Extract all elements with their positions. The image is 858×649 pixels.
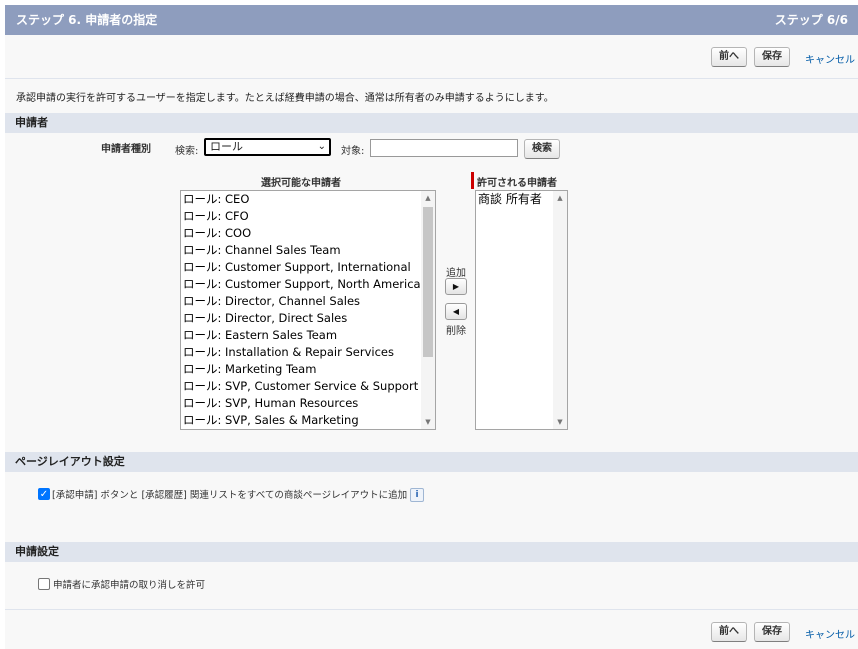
section-submit-settings: 申請設定 (5, 542, 858, 562)
target-input[interactable] (370, 139, 518, 157)
cancel-link-bottom[interactable]: キャンセル (805, 626, 855, 641)
list-item[interactable]: ロール: Installation & Repair Services (181, 344, 435, 361)
list-item[interactable]: ロール: Director, Channel Sales (181, 293, 435, 310)
list-item[interactable]: ロール: Marketing Team (181, 361, 435, 378)
list-item[interactable]: ロール: Customer Support, North America (181, 276, 435, 293)
allowed-header: 許可される申請者 (477, 178, 557, 189)
list-item[interactable]: ロール: SVP, Human Resources (181, 395, 435, 412)
wizard-frame: ステップ 6. 申請者の指定 ステップ 6/6 前へ 保存 キャンセル 承認申請… (5, 5, 858, 649)
page-title: ステップ 6. 申請者の指定 (16, 13, 158, 27)
section-page-layout: ページレイアウト設定 (5, 452, 858, 472)
search-type-select-value: ロール (210, 140, 243, 153)
scroll-down-icon[interactable]: ▼ (421, 415, 435, 429)
add-button[interactable]: ▶ (445, 278, 467, 295)
arrow-right-icon: ▶ (452, 282, 460, 291)
list-item[interactable]: ロール: SVP, Customer Service & Support (181, 378, 435, 395)
allowed-list-scrollbar[interactable]: ▲ ▼ (553, 191, 567, 429)
list-item[interactable]: ロール: CEO (181, 191, 435, 208)
available-header: 選択可能な申請者 (261, 178, 341, 189)
scroll-up-icon[interactable]: ▲ (553, 191, 567, 205)
scrollbar-thumb[interactable] (423, 207, 433, 357)
remove-label: 削除 (446, 326, 466, 337)
info-icon[interactable]: i (410, 488, 424, 502)
list-item[interactable]: ロール: Eastern Sales Team (181, 327, 435, 344)
add-to-layout-checkbox[interactable]: ✓ (38, 488, 50, 500)
check-icon: ✓ (39, 489, 49, 500)
prev-button-top[interactable]: 前へ (711, 47, 747, 67)
scroll-up-icon[interactable]: ▲ (421, 191, 435, 205)
divider (5, 609, 858, 610)
list-item[interactable]: ロール: Channel Sales Team (181, 242, 435, 259)
step-description: 承認申請の実行を許可するユーザーを指定します。たとえば経費申請の場合、通常は所有… (16, 93, 554, 104)
available-submitters-list[interactable]: ロール: CEO ロール: CFO ロール: COO ロール: Channel … (180, 190, 436, 430)
save-button-top[interactable]: 保存 (754, 47, 790, 67)
search-type-select[interactable]: ロール ⌄ (204, 138, 331, 156)
remove-button[interactable]: ◀ (445, 303, 467, 320)
allow-recall-label: 申請者に承認申請の取り消しを許可 (53, 580, 206, 591)
cancel-link-top[interactable]: キャンセル (805, 51, 855, 66)
save-button-bottom[interactable]: 保存 (754, 622, 790, 642)
add-to-layout-label: [承認申請] ボタンと [承認履歴] 関連リストをすべての商談ページレイアウトに… (52, 490, 408, 501)
allowed-submitters-list[interactable]: 商談 所有者 ▲ ▼ (475, 190, 568, 430)
wizard-header: ステップ 6. 申請者の指定 ステップ 6/6 (5, 5, 858, 35)
section-submitters: 申請者 (5, 113, 858, 133)
chevron-down-icon: ⌄ (317, 141, 326, 152)
search-label: 検索: (175, 146, 199, 157)
required-indicator (471, 172, 474, 189)
step-indicator: ステップ 6/6 (774, 13, 848, 27)
arrow-left-icon: ◀ (452, 307, 460, 316)
list-item[interactable]: ロール: Customer Support, International (181, 259, 435, 276)
search-button[interactable]: 検索 (524, 139, 560, 159)
list-item[interactable]: ロール: CFO (181, 208, 435, 225)
list-item[interactable]: ロール: COO (181, 225, 435, 242)
list-item[interactable]: ロール: SVP, Sales & Marketing (181, 412, 435, 429)
available-list-scrollbar[interactable]: ▲ ▼ (421, 191, 435, 429)
allow-recall-checkbox[interactable] (38, 578, 50, 590)
divider (5, 78, 858, 79)
target-label: 対象: (341, 146, 365, 157)
scroll-down-icon[interactable]: ▼ (553, 415, 567, 429)
prev-button-bottom[interactable]: 前へ (711, 622, 747, 642)
add-label: 追加 (446, 268, 466, 279)
submitter-type-label: 申請者種別 (101, 144, 151, 155)
list-item[interactable]: ロール: Director, Direct Sales (181, 310, 435, 327)
